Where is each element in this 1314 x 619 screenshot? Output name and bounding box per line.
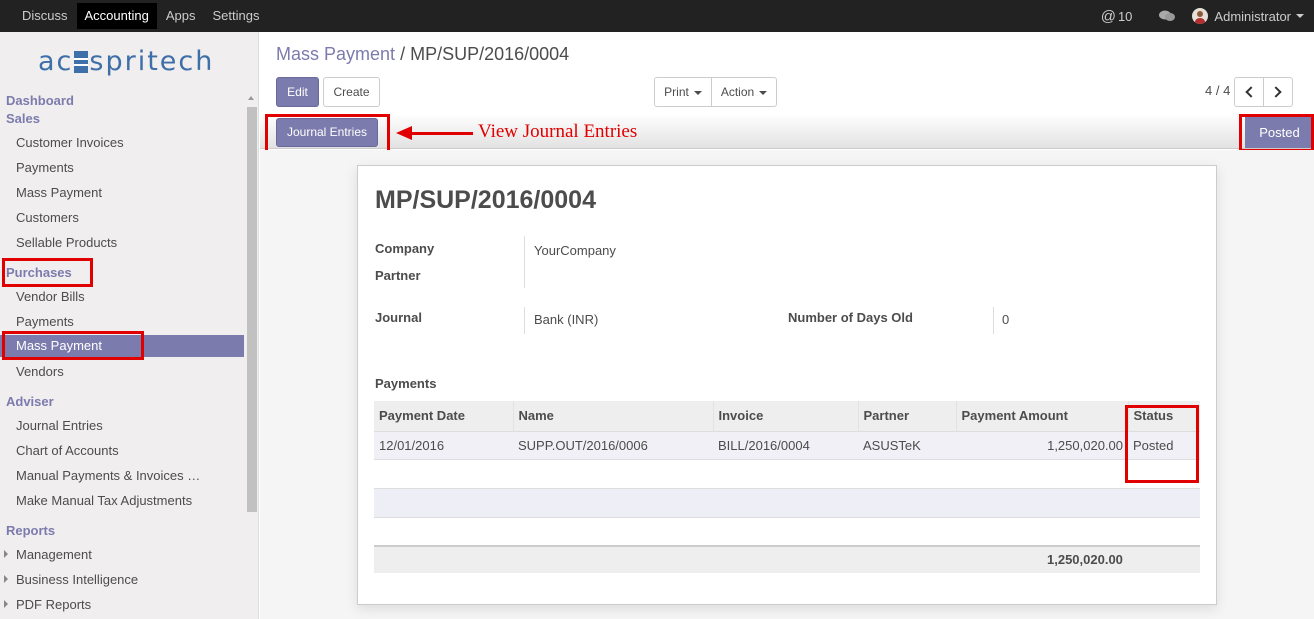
highlight-purchases — [2, 258, 93, 287]
menu-apps[interactable]: Apps — [158, 3, 204, 29]
column-payment-date[interactable]: Payment Date — [374, 401, 513, 431]
caret-right-icon — [4, 575, 8, 583]
empty-row — [374, 517, 1200, 546]
highlight-mass-payment — [2, 331, 144, 360]
cell-amount: 1,250,020.00 — [956, 430, 1128, 460]
sidebar-item-payments[interactable]: Payments — [16, 160, 74, 175]
cell-name: SUPP.OUT/2016/0006 — [513, 430, 713, 460]
highlight-journal-entries — [265, 114, 390, 155]
action-label: Action — [720, 85, 755, 99]
days-old-label: Number of Days Old — [788, 310, 913, 325]
pager-next-button[interactable] — [1263, 77, 1293, 107]
caret-right-icon — [4, 550, 8, 558]
sidebar: ac spritech Dashboard Sales Customer Invo… — [0, 32, 259, 619]
sidebar-item-journal-entries[interactable]: Journal Entries — [16, 418, 103, 433]
company-logo: ac spritech — [38, 46, 215, 77]
column-partner[interactable]: Partner — [857, 401, 956, 431]
sidebar-head-sales: Sales — [6, 111, 40, 126]
journal-value: Bank (INR) — [534, 312, 599, 327]
table-header-row: Payment Date Name Invoice Partner Paymen… — [374, 401, 1200, 431]
app-menu: Discuss Accounting Apps Settings — [14, 3, 268, 29]
chevron-left-icon — [1245, 86, 1257, 98]
sidebar-head-dashboard[interactable]: Dashboard — [6, 93, 74, 108]
sidebar-item-mass-payment[interactable]: Mass Payment — [16, 185, 102, 200]
menu-accounting[interactable]: Accounting — [76, 3, 157, 29]
sidebar-item-sellable-products[interactable]: Sellable Products — [16, 235, 117, 250]
systray: @ 10 Administrator — [1101, 0, 1304, 32]
payments-label: Payments — [375, 376, 437, 391]
sidebar-item-manual-payments[interactable]: Manual Payments & Invoices … — [16, 468, 200, 483]
annotation-arrow-line — [410, 132, 473, 135]
sidebar-head-adviser: Adviser — [6, 394, 54, 409]
create-button[interactable]: Create — [323, 77, 380, 107]
at-sign-icon: @ — [1100, 7, 1116, 25]
field-divider — [524, 236, 525, 288]
column-invoice[interactable]: Invoice — [712, 401, 858, 431]
sidebar-item-vendor-bills[interactable]: Vendor Bills — [16, 289, 85, 304]
sidebar-item-manual-tax[interactable]: Make Manual Tax Adjustments — [16, 493, 192, 508]
user-name: Administrator — [1214, 8, 1291, 24]
record-title: MP/SUP/2016/0004 — [375, 186, 596, 214]
chevron-down-icon — [759, 90, 768, 95]
sidebar-item-pdf-reports[interactable]: PDF Reports — [16, 597, 91, 612]
menu-settings[interactable]: Settings — [204, 3, 267, 29]
sidebar-item-customers[interactable]: Customers — [16, 210, 79, 225]
user-menu[interactable]: Administrator — [1192, 8, 1304, 24]
chat-icon[interactable] — [1158, 9, 1176, 23]
mentions-count: 10 — [1117, 8, 1133, 24]
field-divider — [524, 307, 525, 334]
payments-total: 1,250,020.00 — [1047, 552, 1123, 567]
days-old-value: 0 — [1002, 312, 1010, 327]
breadcrumb: Mass Payment / MP/SUP/2016/0004 — [276, 44, 569, 65]
cell-invoice: BILL/2016/0004 — [713, 430, 858, 460]
pager-value[interactable]: 4 / 4 — [1205, 83, 1230, 98]
breadcrumb-parent[interactable]: Mass Payment — [276, 44, 395, 64]
payments-table: Payment Date Name Invoice Partner Paymen… — [374, 401, 1200, 460]
highlight-status — [1239, 114, 1314, 152]
empty-row — [374, 459, 1200, 488]
top-navbar: Discuss Accounting Apps Settings @ 10 Ad… — [0, 0, 1314, 32]
sidebar-item-customer-invoices[interactable]: Customer Invoices — [16, 135, 124, 150]
partner-label: Partner — [375, 268, 421, 283]
sidebar-scrollbar[interactable] — [247, 107, 257, 512]
menu-discuss[interactable]: Discuss — [14, 3, 76, 29]
empty-row — [374, 488, 1200, 517]
sidebar-item-chart-of-accounts[interactable]: Chart of Accounts — [16, 443, 119, 458]
chevron-down-icon — [1296, 14, 1304, 18]
column-name[interactable]: Name — [512, 401, 713, 431]
mentions-button[interactable]: @ 10 — [1101, 8, 1133, 25]
caret-right-icon — [4, 600, 8, 608]
scroll-up-icon[interactable] — [248, 96, 254, 100]
sidebar-item-management[interactable]: Management — [16, 547, 92, 562]
field-divider — [993, 307, 994, 334]
chevron-down-icon — [693, 90, 702, 95]
company-value: YourCompany — [534, 243, 616, 258]
print-button[interactable]: Print — [654, 77, 712, 107]
avatar — [1192, 8, 1209, 24]
annotation-text: View Journal Entries — [478, 121, 638, 142]
action-button[interactable]: Action — [711, 77, 777, 107]
cell-partner: ASUSTeK — [858, 430, 956, 460]
table-row[interactable]: 12/01/2016 SUPP.OUT/2016/0006 BILL/2016/… — [374, 430, 1200, 460]
breadcrumb-current: MP/SUP/2016/0004 — [410, 44, 570, 64]
company-label: Company — [375, 241, 435, 256]
sidebar-item-vendors[interactable]: Vendors — [16, 364, 64, 379]
pager-previous-button[interactable] — [1234, 77, 1264, 107]
sidebar-item-business-intelligence[interactable]: Business Intelligence — [16, 572, 138, 587]
edit-button[interactable]: Edit — [276, 77, 319, 107]
highlight-status-column — [1125, 405, 1199, 483]
breadcrumb-separator: / — [400, 44, 406, 64]
sidebar-item-vendor-payments[interactable]: Payments — [16, 314, 74, 329]
cell-date: 12/01/2016 — [374, 430, 513, 460]
column-payment-amount[interactable]: Payment Amount — [955, 401, 1128, 431]
sidebar-head-reports: Reports — [6, 523, 56, 538]
chevron-right-icon — [1270, 86, 1282, 98]
journal-label: Journal — [375, 310, 422, 325]
print-label: Print — [664, 85, 689, 99]
